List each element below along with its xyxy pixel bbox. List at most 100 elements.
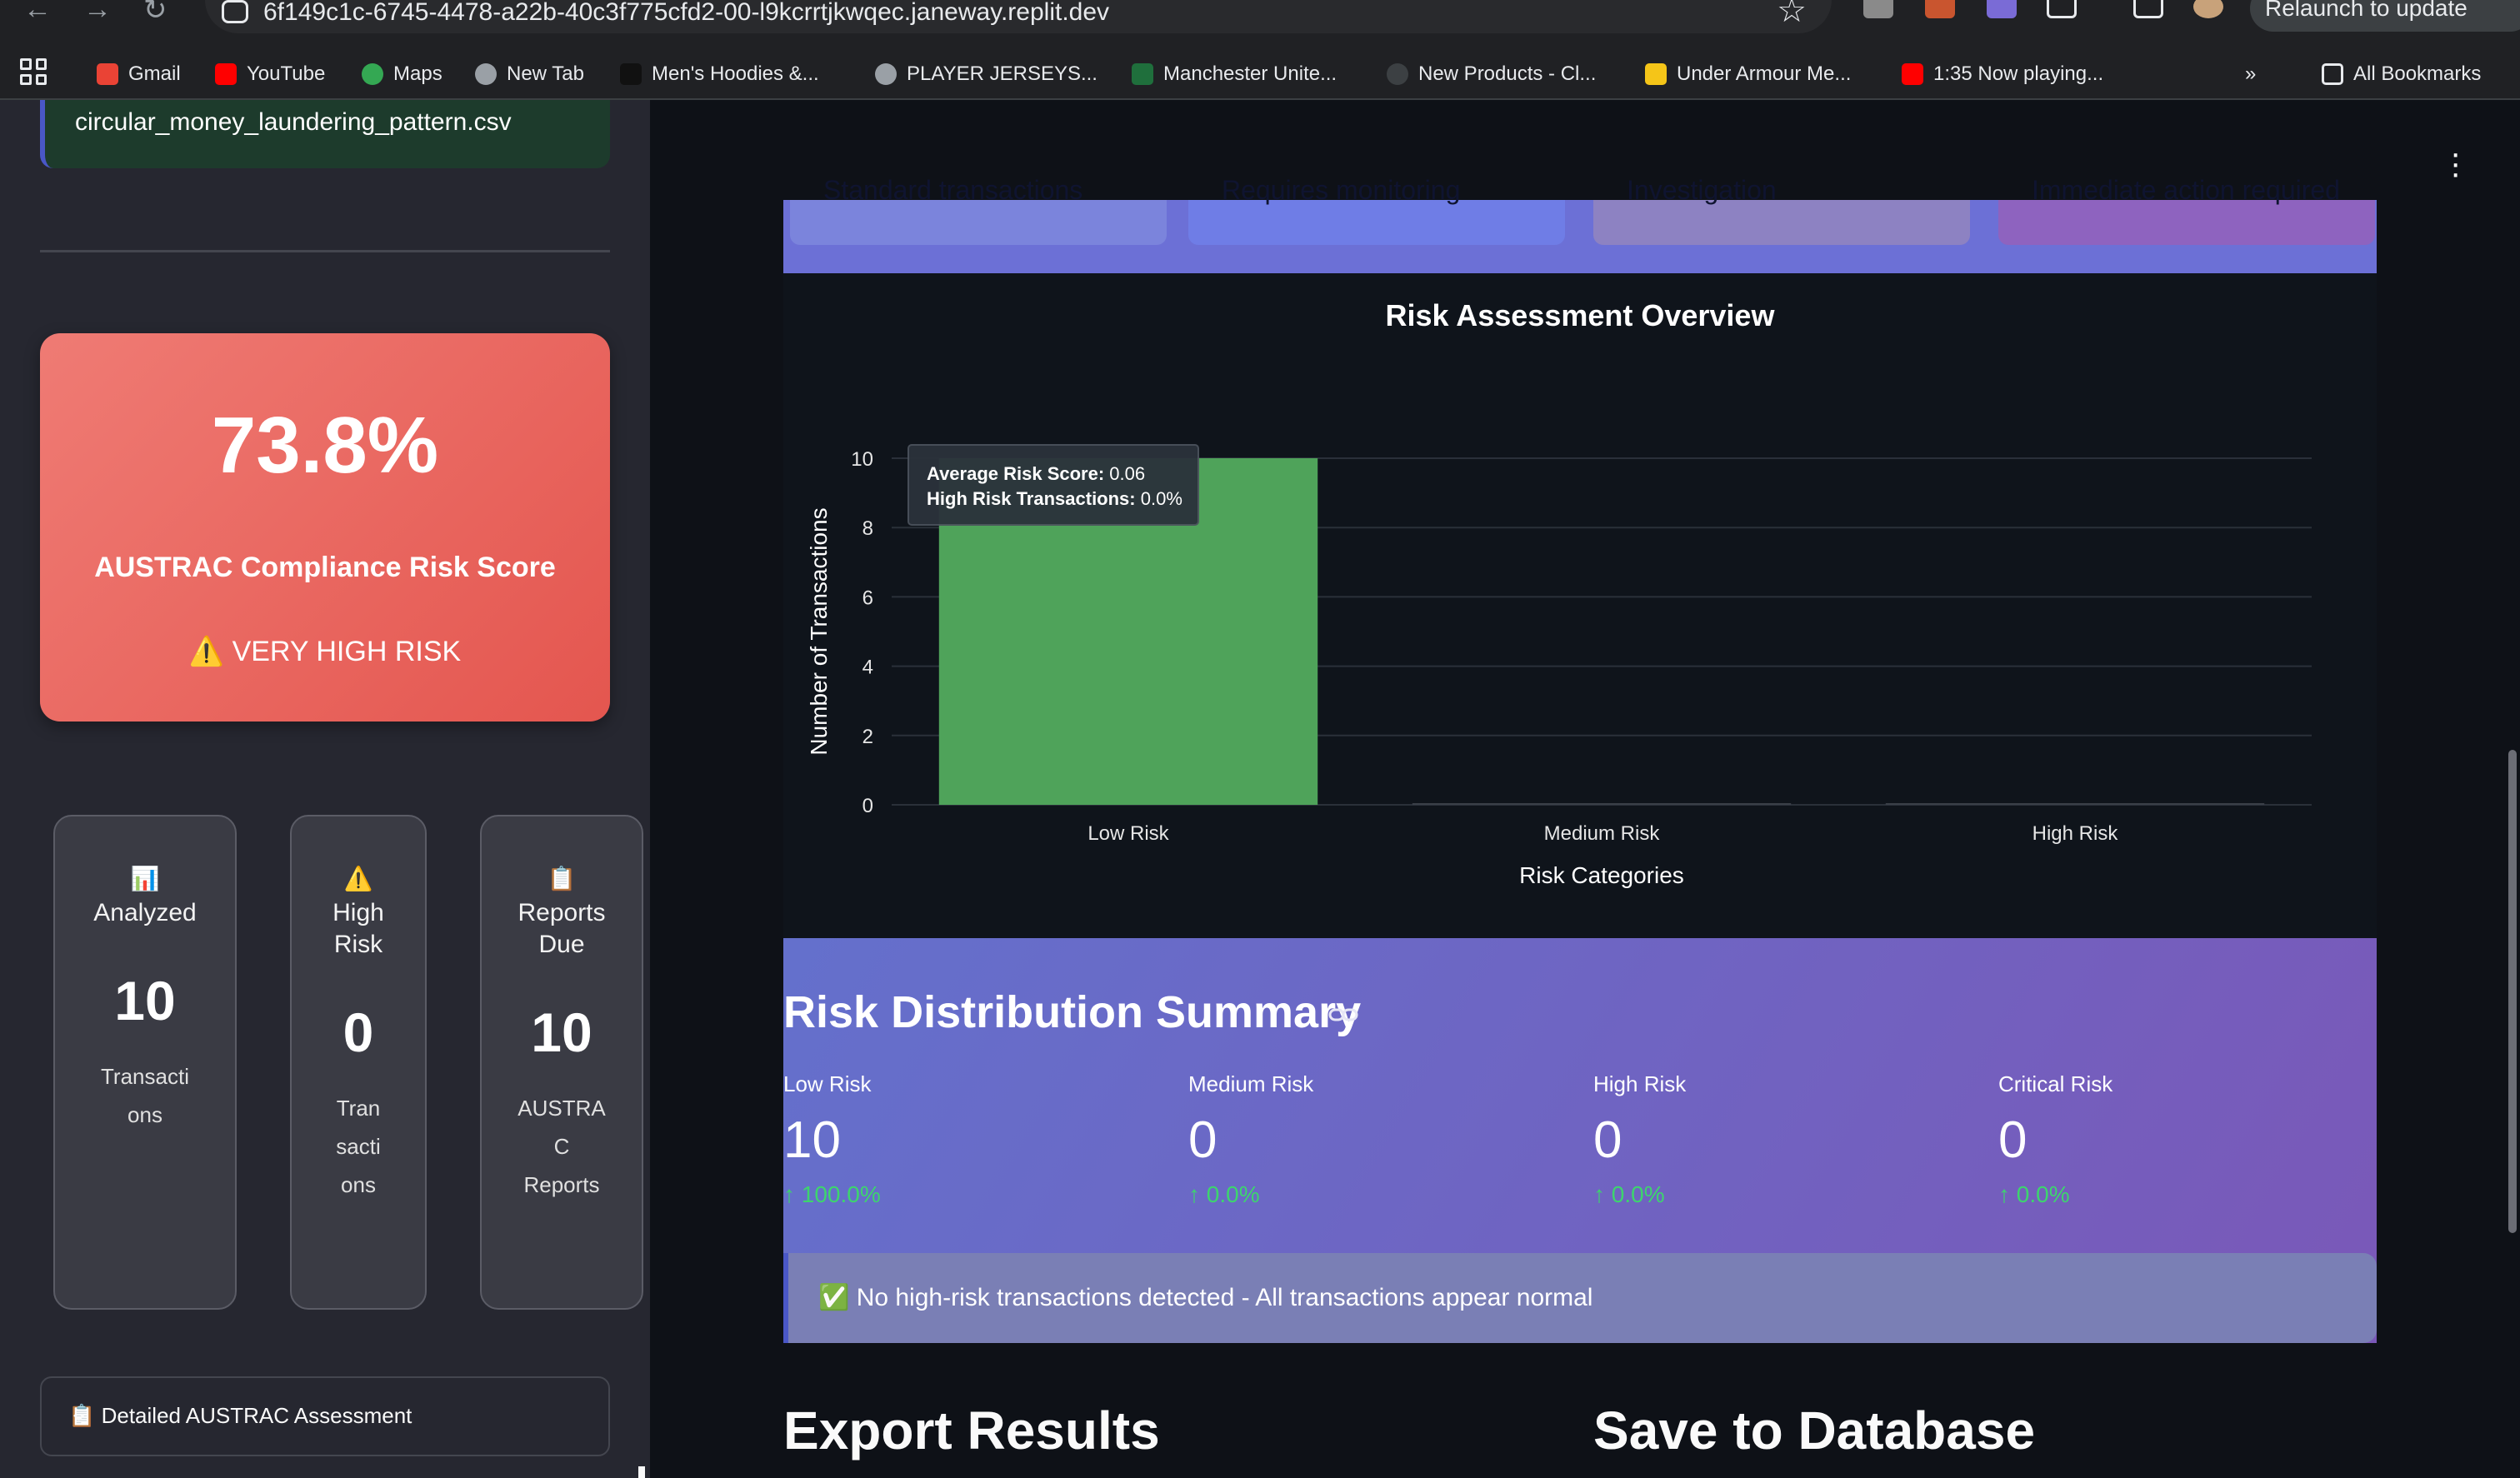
relaunch-button[interactable]: Relaunch to update <box>2250 0 2520 32</box>
risk-distribution-section: Risk Distribution Summary Low Risk 10 ↑ … <box>783 938 2377 1343</box>
stat-value: 0 <box>342 1001 374 1063</box>
success-notice: ✅ No high-risk transactions detected - A… <box>783 1253 2377 1343</box>
detailed-assessment-expander[interactable]: 📋 Detailed AUSTRAC Assessment ⌄ <box>40 1376 610 1456</box>
all-bookmarks-button[interactable]: All Bookmarks <box>2322 48 2481 100</box>
bookmark-item[interactable]: Maps <box>362 48 442 100</box>
bar <box>1885 803 2265 805</box>
screen: { "browser": { "url": "6f149c1c-6745-447… <box>0 0 2520 1478</box>
maps-icon <box>362 63 383 85</box>
globe-icon <box>875 63 897 85</box>
extension-icon[interactable] <box>1987 0 2017 18</box>
risk-score-value: 73.8% <box>211 401 439 490</box>
stat-card-high-risk: ⚠️ High Risk 0 Tran sacti ons <box>290 815 427 1310</box>
metric-value: 0 <box>1188 1111 1218 1169</box>
section-title: Risk Distribution Summary <box>783 987 1362 1037</box>
arrow-up-icon: ↑ <box>783 1181 802 1207</box>
bookmark-item[interactable]: Manchester Unite... <box>1132 48 1337 100</box>
address-bar[interactable]: 6f149c1c-6745-4478-a22b-40c3f775cfd2-00-… <box>205 0 1832 33</box>
metric-delta: ↑ 0.0% <box>1998 1181 2070 1207</box>
bookmark-item[interactable]: New Tab <box>475 48 584 100</box>
metric-label: Low Risk <box>783 1071 872 1096</box>
clipboard-icon: 📋 <box>547 866 577 891</box>
apps-grid-icon[interactable] <box>20 58 47 85</box>
link-icon[interactable] <box>1328 1006 1358 1023</box>
risk-card-low: Standard transactions <box>790 175 1167 245</box>
stat-value: 10 <box>114 970 176 1031</box>
site-info-icon[interactable] <box>222 0 248 23</box>
notice-text: ✅ No high-risk transactions detected - A… <box>818 1284 1593 1311</box>
uploaded-file-card: circular_money_laundering_pattern.csv <box>40 100 610 168</box>
bookmark-star-icon[interactable]: ☆ <box>1777 0 1807 30</box>
puzzle-icon[interactable] <box>2047 0 2077 18</box>
sidebar-scrollbar[interactable] <box>638 1466 645 1478</box>
divider <box>40 250 610 252</box>
more-menu-icon[interactable]: · · · <box>2450 137 2461 190</box>
forward-icon[interactable]: → <box>83 0 112 26</box>
globe-icon <box>475 63 497 85</box>
chart-icon: 📊 <box>130 866 160 891</box>
stat-title: Analyzed <box>93 899 197 926</box>
extension-icon[interactable] <box>1863 0 1893 18</box>
risk-score-label: AUSTRAC Compliance Risk Score <box>94 552 556 583</box>
back-icon[interactable]: ← <box>23 0 52 26</box>
reload-icon[interactable]: ↻ <box>143 0 168 27</box>
stat-title: Reports Due <box>518 899 606 958</box>
y-tick-label: 8 <box>862 517 873 540</box>
bookmark-item[interactable]: 1:35 Now playing... <box>1902 48 2103 100</box>
sidebar: circular_money_laundering_pattern.csv 73… <box>0 100 650 1478</box>
bookmark-item[interactable]: Under Armour Me... <box>1645 48 1851 100</box>
bookmarks-bar: Gmail YouTube Maps New Tab Men's Hoodies… <box>0 48 2520 100</box>
page-scrollbar[interactable] <box>2508 750 2517 1233</box>
metric-high-risk: High Risk 0 ↑ 0.0% <box>1593 1071 1985 1208</box>
x-axis-title: Risk Categories <box>1519 862 1684 888</box>
brand-icon <box>1132 63 1153 85</box>
tooltip-box <box>908 444 1199 526</box>
metric-delta: ↑ 0.0% <box>1188 1181 1260 1207</box>
stat-subtitle: Tran sacti ons <box>336 1096 381 1197</box>
arrow-up-icon: ↑ <box>1998 1181 2017 1207</box>
url-text[interactable]: 6f149c1c-6745-4478-a22b-40c3f775cfd2-00-… <box>263 0 1109 27</box>
bookmark-item[interactable]: PLAYER JERSEYS... <box>875 48 1098 100</box>
avatar[interactable] <box>2193 0 2223 18</box>
metric-value: 0 <box>1998 1111 2028 1169</box>
metric-delta: ↑ 0.0% <box>1593 1181 1665 1207</box>
chevron-down-icon: ⌄ <box>68 1399 90 1426</box>
x-tick-label: Medium Risk <box>1544 822 1661 845</box>
risk-card-medium: Requires monitoring <box>1188 175 1565 245</box>
bookmark-item[interactable]: New Products - Cl... <box>1387 48 1596 100</box>
metric-low-risk: Low Risk 10 ↑ 100.0% <box>783 1071 1175 1208</box>
metric-value: 10 <box>783 1111 841 1169</box>
risk-score-card: 73.8% AUSTRAC Compliance Risk Score ⚠️ V… <box>40 333 610 722</box>
metric-label: Medium Risk <box>1188 1071 1314 1096</box>
extension-icon[interactable] <box>1925 0 1955 18</box>
brand-icon <box>1645 63 1667 85</box>
risk-level-cards: Standard transactions Requires monitorin… <box>783 175 2377 273</box>
arrow-up-icon: ↑ <box>1593 1181 1612 1207</box>
tooltip-line: Average Risk Score: 0.06 <box>927 463 1145 484</box>
more-bookmarks-button[interactable]: » <box>2245 48 2256 100</box>
metric-medium-risk: Medium Risk 0 ↑ 0.0% <box>1188 1071 1580 1208</box>
y-tick-label: 4 <box>862 657 873 679</box>
metric-value: 0 <box>1593 1111 1622 1169</box>
folder-icon <box>2322 63 2343 85</box>
chart-canvas: 0 2 4 6 8 10 Low Risk Medium Risk High Risk Risk … <box>806 444 2312 888</box>
youtube-icon <box>1902 63 1923 85</box>
save-to-database-title: Save to Database <box>1593 1401 2036 1461</box>
metric-critical-risk: Critical Risk 0 ↑ 0.0% <box>1998 1071 2390 1208</box>
metric-delta: ↑ 100.0% <box>783 1181 881 1207</box>
stat-card-analyzed: 📊 Analyzed 10 Transacti ons <box>53 815 237 1310</box>
export-results-title: Export Results <box>783 1401 1160 1461</box>
x-tick-label: High Risk <box>2032 822 2119 845</box>
stat-subtitle: Transacti ons <box>101 1064 189 1127</box>
metric-label: High Risk <box>1593 1071 1687 1096</box>
x-tick-label: Low Risk <box>1088 822 1169 845</box>
arrow-up-icon: ↑ <box>1188 1181 1207 1207</box>
risk-level-badge: ⚠️ VERY HIGH RISK <box>188 636 462 667</box>
risk-chart: Risk Assessment Overview 0 2 4 6 8 10 Low Risk… <box>783 273 2377 938</box>
bookmark-item[interactable]: YouTube <box>215 48 325 100</box>
y-axis-title: Number of Transactions <box>806 507 832 755</box>
bookmark-item[interactable]: Men's Hoodies &... <box>620 48 819 100</box>
bookmark-item[interactable]: Gmail <box>97 48 181 100</box>
tooltip-line: High Risk Transactions: 0.0% <box>927 488 1182 509</box>
download-icon[interactable] <box>2133 0 2163 18</box>
